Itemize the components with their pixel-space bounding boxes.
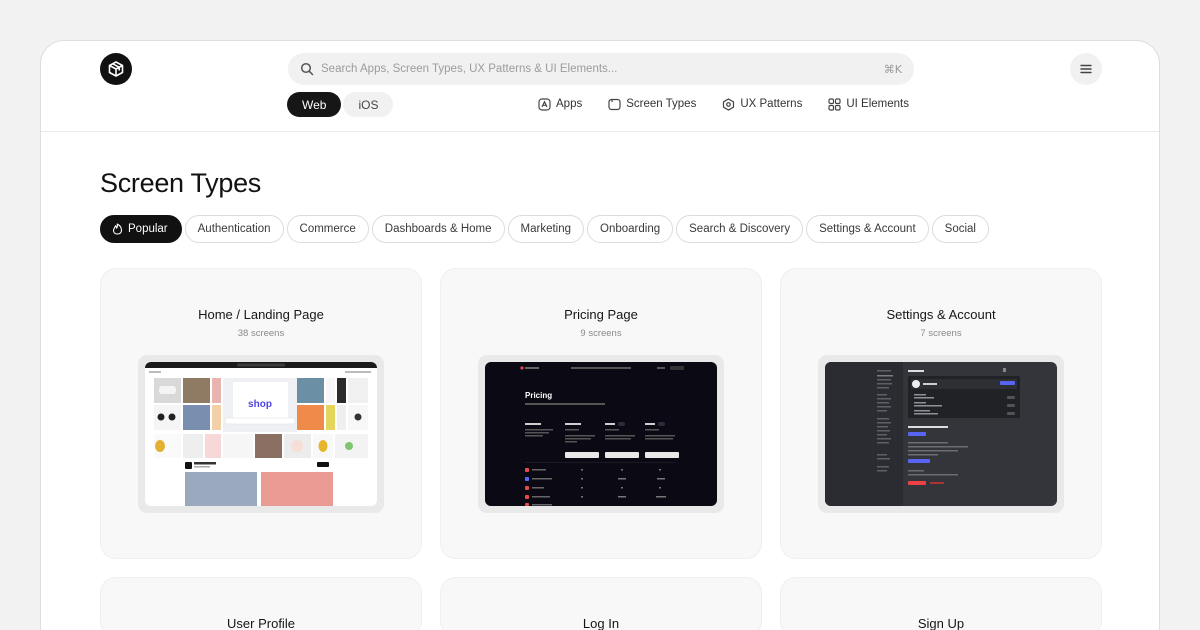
nav-ui-elements[interactable]: UI Elements — [828, 96, 909, 112]
hamburger-menu-icon — [1080, 64, 1092, 74]
hexagon-icon — [723, 97, 735, 111]
shop-logo-text: shop — [248, 399, 272, 410]
filter-chip-label: Popular — [128, 223, 168, 235]
search-input[interactable] — [321, 63, 884, 75]
filter-chip-settings-account[interactable]: Settings & Account — [806, 215, 929, 243]
filter-chip-social[interactable]: Social — [931, 215, 989, 243]
card-title: User Profile — [227, 616, 295, 630]
nav-apps-label: Apps — [556, 98, 583, 110]
nav-ui-elements-label: UI Elements — [846, 98, 909, 110]
pricing-page-preview: Pricing — [485, 362, 717, 506]
home-landing-preview: shop — [145, 362, 377, 506]
filter-chips: Popular Authentication Commerce Dashboar… — [100, 215, 989, 243]
card-count: 9 screens — [580, 328, 622, 339]
filter-chip-marketing[interactable]: Marketing — [507, 215, 585, 243]
card-preview-frame — [818, 355, 1064, 513]
flame-icon — [112, 223, 123, 235]
filter-chip-commerce[interactable]: Commerce — [286, 215, 369, 243]
card-count: 38 screens — [237, 328, 285, 339]
screen-type-card-log-in[interactable]: Log In — [440, 577, 762, 630]
settings-account-preview — [825, 362, 1057, 506]
platform-ios-button[interactable]: iOS — [343, 92, 394, 117]
screen-icon — [608, 98, 621, 110]
filter-chip-search-discovery[interactable]: Search & Discovery — [676, 215, 804, 243]
card-preview-frame: Pricing — [478, 355, 724, 513]
screen-type-card-settings[interactable]: Settings & Account 7 screens — [780, 268, 1102, 559]
screen-type-card-pricing[interactable]: Pricing Page 9 screens Pricing — [440, 268, 762, 559]
nav-screen-types[interactable]: Screen Types — [608, 96, 696, 112]
pricing-heading-text: Pricing — [525, 391, 552, 400]
cube-logo-icon[interactable] — [100, 53, 132, 85]
card-title: Sign Up — [917, 616, 965, 630]
nav-ux-patterns-label: UX Patterns — [740, 98, 803, 110]
card-title: Log In — [582, 616, 620, 630]
top-header: ⌘K Web iOS Apps Screen Types UX Patterns — [41, 41, 1159, 132]
screen-type-card-user-profile[interactable]: User Profile — [100, 577, 422, 630]
platform-web-button[interactable]: Web — [287, 92, 342, 117]
nav-screen-types-label: Screen Types — [626, 98, 697, 110]
screen-type-card-home[interactable]: Home / Landing Page 38 screens shop — [100, 268, 422, 559]
main-nav: Apps Screen Types UX Patterns UI Element… — [538, 96, 909, 112]
filter-chip-onboarding[interactable]: Onboarding — [587, 215, 674, 243]
filter-chip-authentication[interactable]: Authentication — [184, 215, 284, 243]
screen-type-card-sign-up[interactable]: Sign Up — [780, 577, 1102, 630]
card-title: Settings & Account — [886, 307, 996, 322]
app-frame: ⌘K Web iOS Apps Screen Types UX Patterns — [40, 40, 1160, 630]
menu-button[interactable] — [1070, 53, 1102, 85]
nav-ux-patterns[interactable]: UX Patterns — [722, 96, 802, 112]
search-bar[interactable]: ⌘K — [288, 53, 914, 85]
app-store-icon — [538, 97, 551, 111]
filter-chip-popular[interactable]: Popular — [100, 215, 182, 243]
filter-chip-dashboards-home[interactable]: Dashboards & Home — [371, 215, 505, 243]
nav-apps[interactable]: Apps — [538, 96, 582, 112]
card-preview-frame: shop — [138, 355, 384, 513]
search-shortcut-hint: ⌘K — [883, 62, 902, 76]
card-title: Home / Landing Page — [198, 307, 324, 322]
search-icon — [300, 62, 314, 76]
card-count: 7 screens — [920, 328, 962, 339]
card-title: Pricing Page — [564, 307, 638, 322]
platform-toggle: Web iOS — [287, 92, 394, 117]
page-title: Screen Types — [100, 168, 261, 198]
grid-icon — [828, 97, 841, 111]
